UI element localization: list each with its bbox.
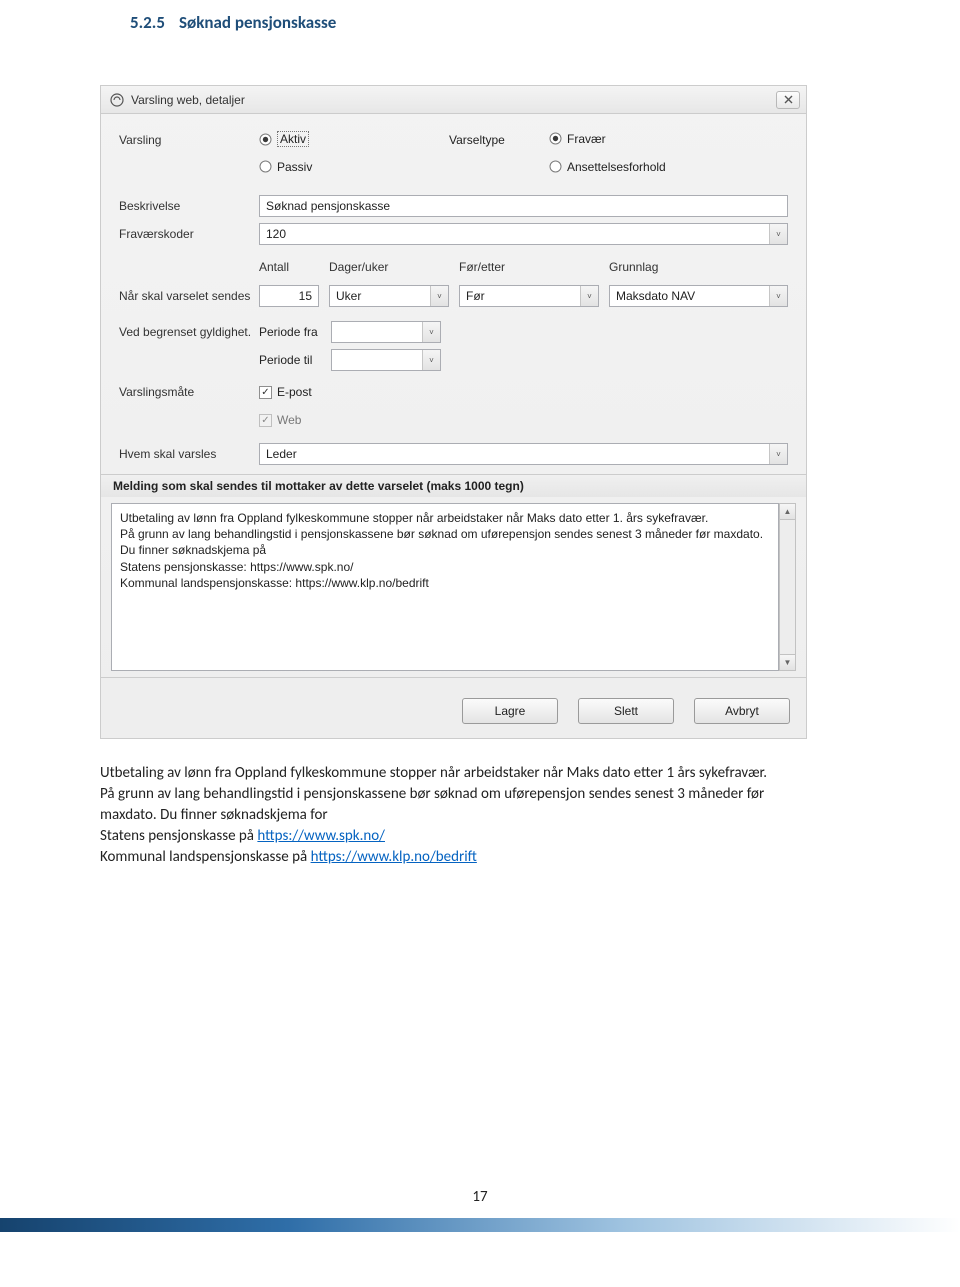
foretter-select[interactable]: Før˅	[459, 285, 599, 307]
melding-header: Melding som skal sendes til mottaker av …	[101, 474, 806, 497]
footer-accent	[0, 1218, 960, 1232]
titlebar: Varsling web, detaljer	[101, 86, 806, 114]
label-varseltype: Varseltype	[449, 133, 549, 147]
chevron-down-icon: ˅	[580, 286, 598, 306]
radio-passiv[interactable]: Passiv	[259, 160, 312, 174]
chevron-down-icon: ˅	[422, 322, 440, 342]
body-p1: Utbetaling av lønn fra Oppland fylkeskom…	[100, 763, 820, 784]
radio-fravaer[interactable]: Fravær	[549, 132, 606, 146]
label-vedbegrenset: Ved begrenset gyldighet.	[119, 325, 259, 339]
hvemvarsles-select[interactable]: Leder˅	[259, 443, 788, 465]
app-icon	[109, 92, 125, 108]
chevron-down-icon: ˅	[430, 286, 448, 306]
chevron-down-icon: ˅	[769, 286, 787, 306]
antall-input[interactable]: 15	[259, 285, 319, 307]
periodefra-select[interactable]: ˅	[331, 321, 441, 343]
page-number: 17	[0, 1188, 960, 1206]
radio-fravaer-label: Fravær	[567, 132, 606, 146]
hdr-antall: Antall	[259, 260, 319, 274]
chevron-down-icon: ˅	[422, 350, 440, 370]
section-number: 5.2.5	[130, 12, 165, 33]
melding-textarea[interactable]: Utbetaling av lønn fra Oppland fylkeskom…	[111, 503, 779, 671]
checkbox-epost[interactable]: ✓E-post	[259, 385, 312, 399]
body-paragraphs: Utbetaling av lønn fra Oppland fylkeskom…	[100, 763, 820, 868]
radio-ansettelse[interactable]: Ansettelsesforhold	[549, 160, 666, 174]
chevron-down-icon: ˅	[769, 224, 787, 244]
link-spk[interactable]: https://www.spk.no/	[257, 827, 385, 845]
hdr-dageruker: Dager/uker	[329, 260, 449, 274]
avbryt-button[interactable]: Avbryt	[694, 698, 790, 724]
checkbox-web-label: Web	[277, 413, 301, 427]
radio-aktiv-label: Aktiv	[277, 131, 309, 147]
section-heading: 5.2.5 Søknad pensjonskasse	[0, 0, 960, 33]
body-p4a: Kommunal landspensjonskasse på	[100, 848, 311, 866]
label-varslingsmate: Varslingsmåte	[119, 385, 259, 399]
checkbox-epost-label: E-post	[277, 385, 312, 399]
body-p2: På grunn av lang behandlingstid i pensjo…	[100, 784, 820, 826]
label-fravaerskoder: Fraværskoder	[119, 227, 259, 241]
section-title: Søknad pensjonskasse	[179, 12, 336, 33]
fravaerskoder-select[interactable]: 120˅	[259, 223, 788, 245]
scroll-up-icon[interactable]: ▲	[780, 504, 795, 520]
radio-passiv-label: Passiv	[277, 160, 312, 174]
label-hvemvarsles: Hvem skal varsles	[119, 447, 259, 461]
label-narsendes: Når skal varselet sendes	[119, 289, 259, 303]
scroll-down-icon[interactable]: ▼	[780, 654, 795, 670]
window-title: Varsling web, detaljer	[131, 93, 245, 107]
checkbox-web: ✓Web	[259, 413, 301, 427]
grunnlag-select[interactable]: Maksdato NAV˅	[609, 285, 788, 307]
radio-aktiv[interactable]: Aktiv	[259, 131, 309, 147]
scrollbar[interactable]: ▲ ▼	[779, 503, 796, 671]
close-icon	[784, 95, 793, 104]
hdr-grunnlag: Grunnlag	[609, 260, 788, 274]
body-p3a: Statens pensjonskasse på	[100, 827, 257, 845]
chevron-down-icon: ˅	[769, 444, 787, 464]
label-beskrivelse: Beskrivelse	[119, 199, 259, 213]
label-varsling: Varsling	[119, 133, 259, 147]
close-button[interactable]	[776, 91, 800, 109]
link-klp[interactable]: https://www.klp.no/bedrift	[311, 848, 477, 866]
label-periodefra: Periode fra	[259, 325, 331, 339]
periodetil-select[interactable]: ˅	[331, 349, 441, 371]
beskrivelse-input[interactable]: Søknad pensjonskasse	[259, 195, 788, 217]
dialog-window: Varsling web, detaljer Varsling Aktiv Va…	[100, 85, 807, 739]
lagre-button[interactable]: Lagre	[462, 698, 558, 724]
slett-button[interactable]: Slett	[578, 698, 674, 724]
hdr-foretter: Før/etter	[459, 260, 599, 274]
label-periodetil: Periode til	[259, 353, 331, 367]
dageruker-select[interactable]: Uker˅	[329, 285, 449, 307]
radio-ansettelse-label: Ansettelsesforhold	[567, 160, 666, 174]
